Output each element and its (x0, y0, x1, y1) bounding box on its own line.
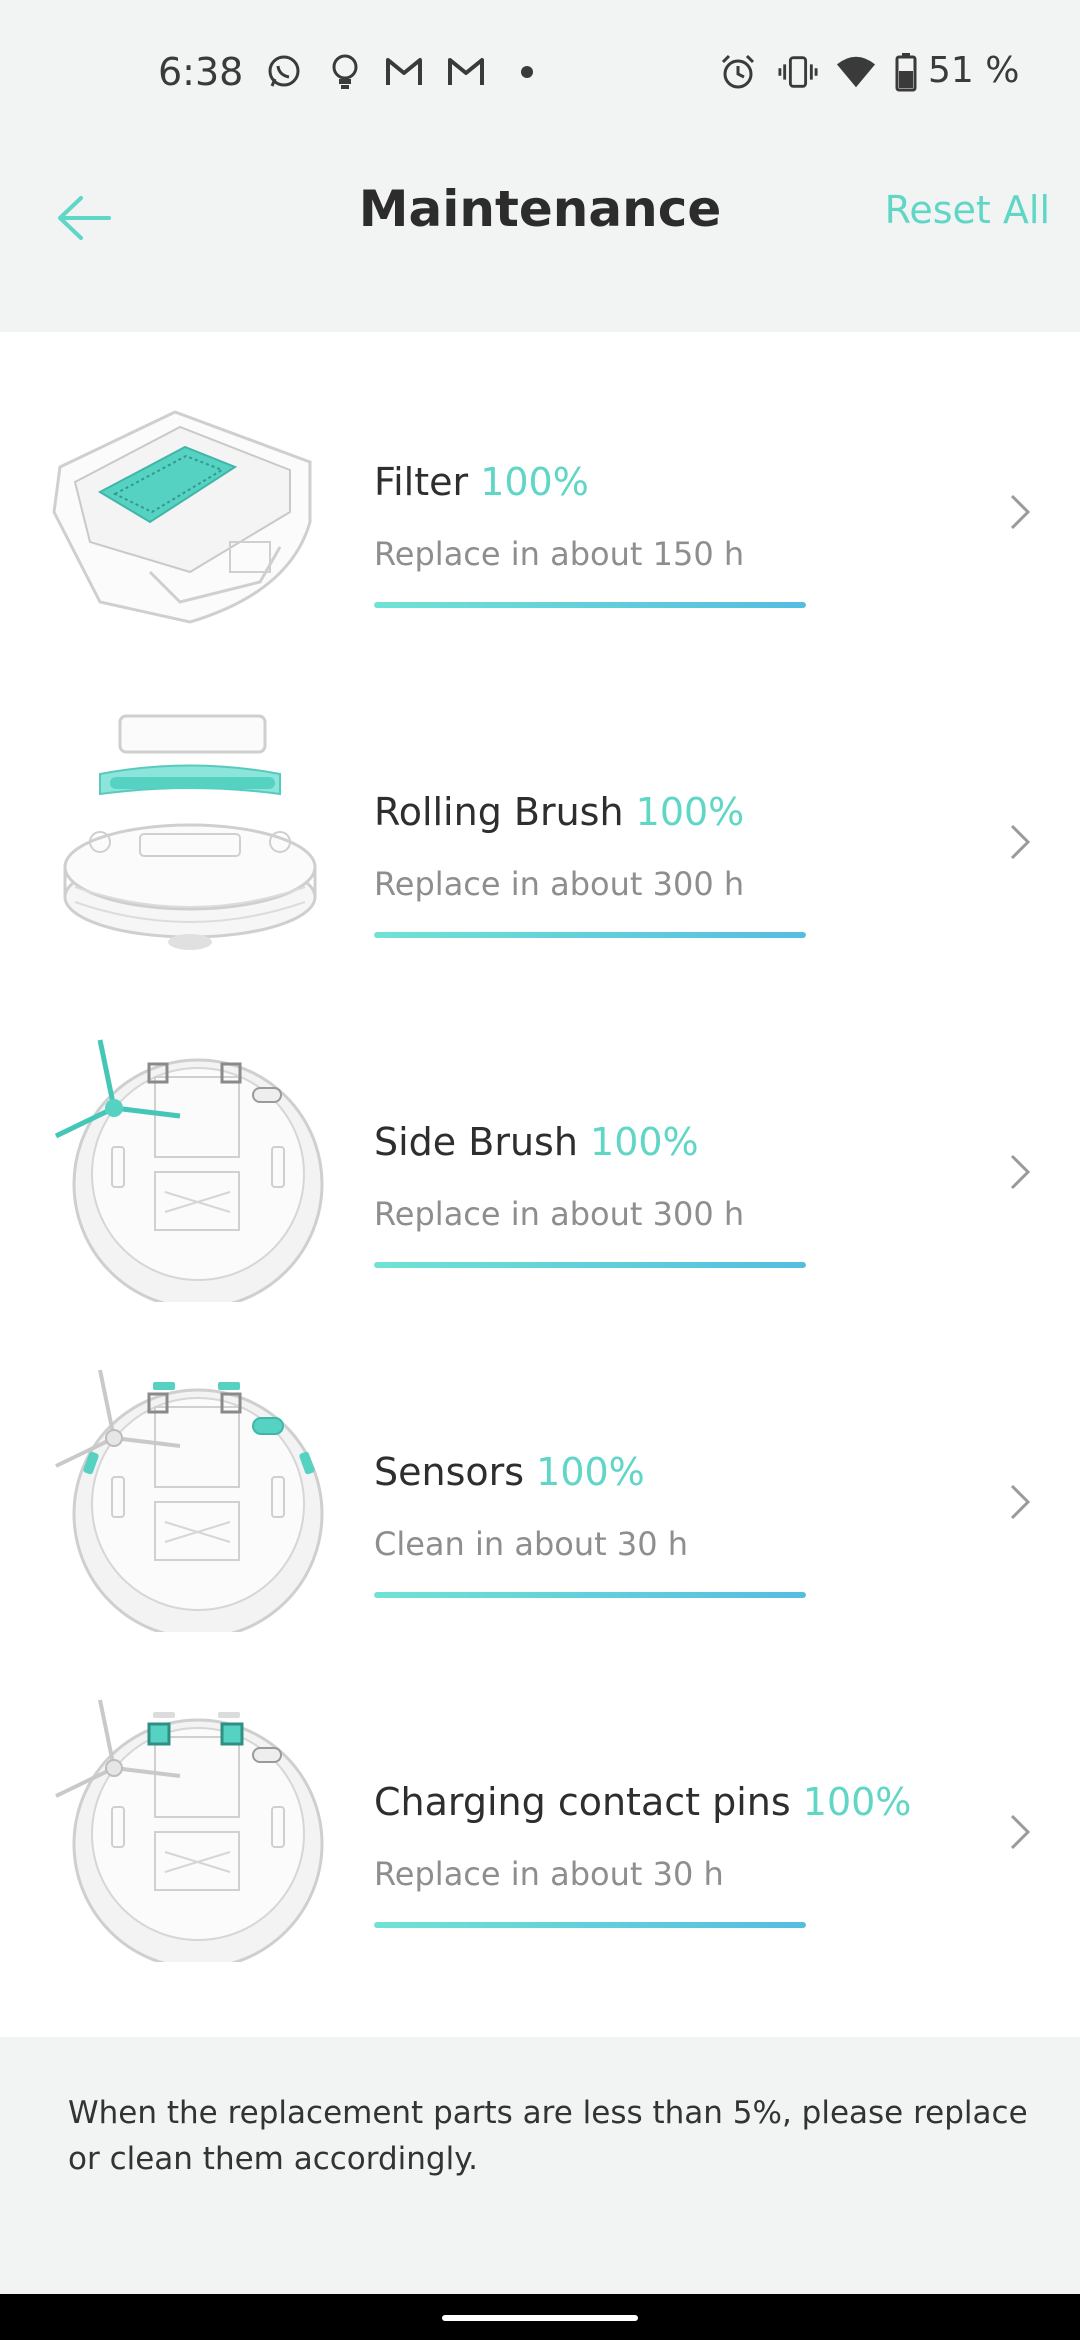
whatsapp-icon (264, 52, 304, 92)
progress-bar (374, 1262, 806, 1268)
item-name: Rolling Brush (374, 790, 624, 834)
item-percent: 100% (536, 1450, 645, 1494)
item-name: Filter (374, 460, 469, 504)
item-subtitle: Replace in about 150 h (374, 535, 745, 573)
charging-pins-image (40, 1692, 340, 1970)
list-item-charging-pins[interactable]: Charging contact pins 100% Replace in ab… (0, 1652, 1080, 1982)
rolling-brush-image (40, 702, 340, 972)
header: Maintenance Reset All (0, 150, 1080, 332)
item-percent: 100% (480, 460, 589, 504)
dot-icon (507, 52, 547, 92)
list-item-rolling-brush[interactable]: Rolling Brush 100% Replace in about 300 … (0, 662, 1080, 992)
chevron-right-icon (1000, 1807, 1040, 1857)
list-item-side-brush[interactable]: Side Brush 100% Replace in about 300 h (0, 992, 1080, 1322)
status-time: 6:38 (158, 50, 244, 94)
navigation-bar (0, 2294, 1080, 2340)
item-title: Filter 100% (374, 460, 589, 504)
item-title: Side Brush 100% (374, 1120, 699, 1164)
item-name: Side Brush (374, 1120, 578, 1164)
progress-bar (374, 932, 806, 938)
progress-bar (374, 602, 806, 608)
progress-fill (374, 932, 806, 938)
progress-fill (374, 602, 806, 608)
item-subtitle: Replace in about 30 h (374, 1855, 724, 1893)
chevron-right-icon (1000, 1147, 1040, 1197)
item-subtitle: Replace in about 300 h (374, 865, 745, 903)
home-gesture-handle[interactable] (442, 2315, 638, 2321)
item-percent: 100% (635, 790, 745, 834)
filter-image (40, 372, 340, 642)
item-percent: 100% (590, 1120, 699, 1164)
progress-bar (374, 1922, 806, 1928)
progress-fill (374, 1922, 806, 1928)
item-subtitle: Replace in about 300 h (374, 1195, 745, 1233)
item-title: Sensors 100% (374, 1450, 645, 1494)
alarm-icon (718, 52, 758, 92)
sensors-image (40, 1362, 340, 1640)
vibrate-icon (778, 52, 818, 92)
battery-percent: 51 % (928, 50, 1020, 91)
item-name: Sensors (374, 1450, 525, 1494)
list-item-sensors[interactable]: Sensors 100% Clean in about 30 h (0, 1322, 1080, 1652)
progress-fill (374, 1592, 806, 1598)
wifi-icon (836, 52, 876, 92)
chevron-right-icon (1000, 487, 1040, 537)
gmail-icon-2 (446, 52, 486, 92)
item-percent: 100% (802, 1780, 912, 1824)
side-brush-image (40, 1032, 340, 1310)
progress-fill (374, 1262, 806, 1268)
list-item-filter[interactable]: Filter 100% Replace in about 150 h (0, 332, 1080, 662)
gmail-icon (384, 52, 424, 92)
item-title: Rolling Brush 100% (374, 790, 744, 834)
chevron-right-icon (1000, 817, 1040, 867)
progress-bar (374, 1592, 806, 1598)
battery-icon (886, 52, 926, 92)
maintenance-list: Filter 100% Replace in about 150 h Rolli… (0, 332, 1080, 2037)
status-bar: 6:38 51 % (0, 0, 1080, 150)
chevron-right-icon (1000, 1477, 1040, 1527)
screen: 6:38 51 % Maintenance Reset All Filter 1… (0, 0, 1080, 2340)
item-name: Charging contact pins (374, 1780, 791, 1824)
reset-all-button[interactable]: Reset All (885, 188, 1050, 232)
replacement-note: When the replacement parts are less than… (68, 2095, 1028, 2177)
bulb-icon (325, 52, 365, 92)
item-title: Charging contact pins 100% (374, 1780, 911, 1824)
item-subtitle: Clean in about 30 h (374, 1525, 688, 1563)
